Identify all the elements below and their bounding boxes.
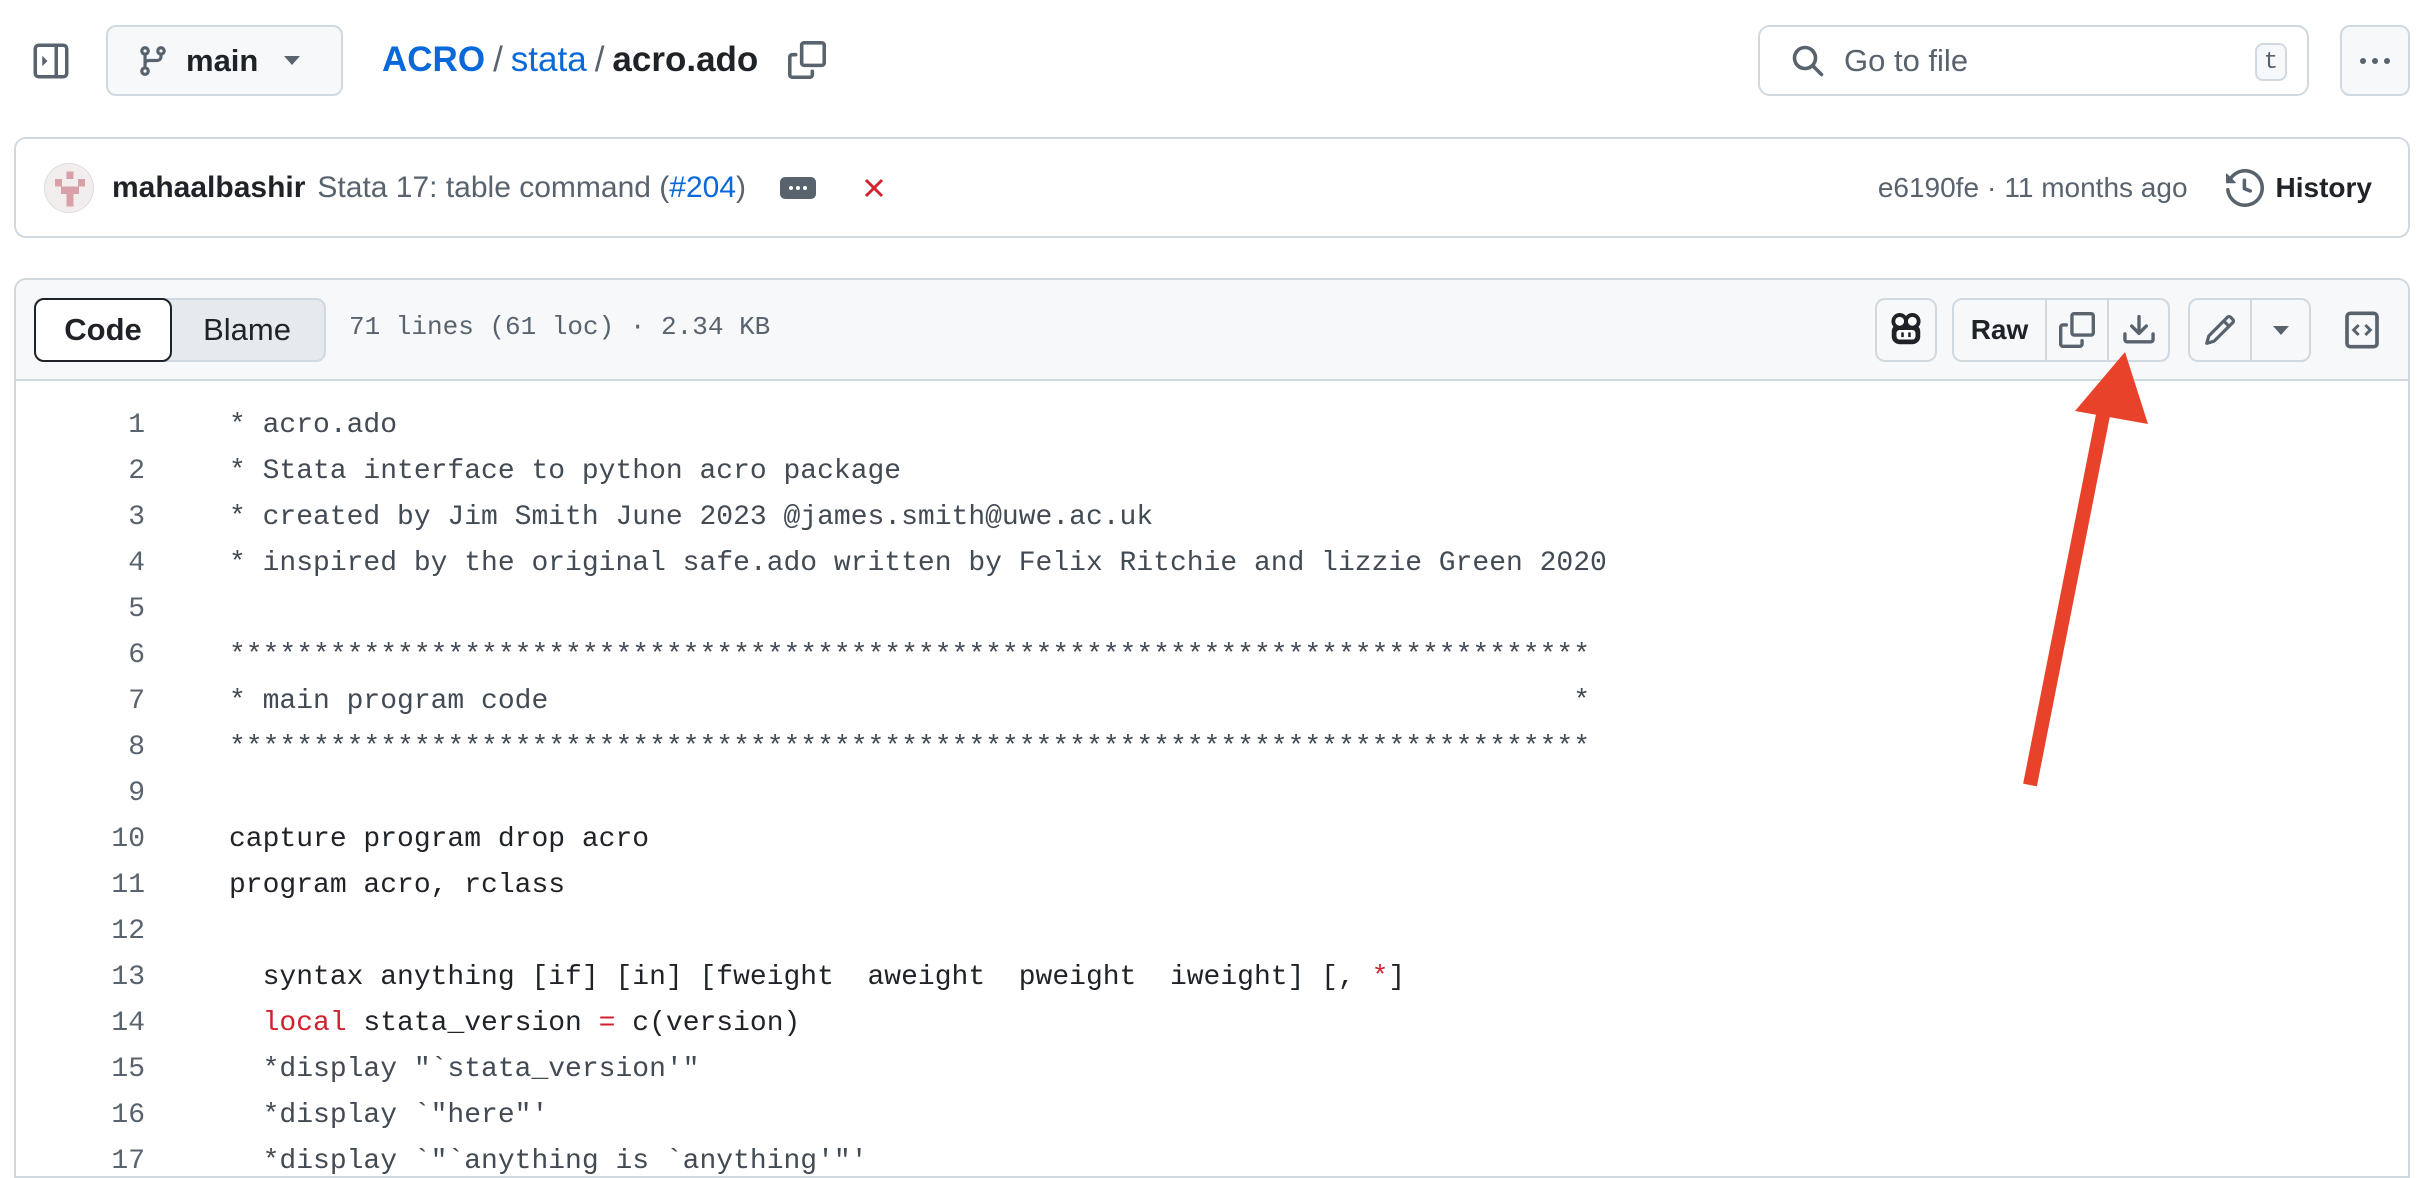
arrow-head	[2075, 352, 2148, 424]
arrow-shaft	[2023, 408, 2111, 787]
annotation-arrow	[2023, 352, 2148, 787]
